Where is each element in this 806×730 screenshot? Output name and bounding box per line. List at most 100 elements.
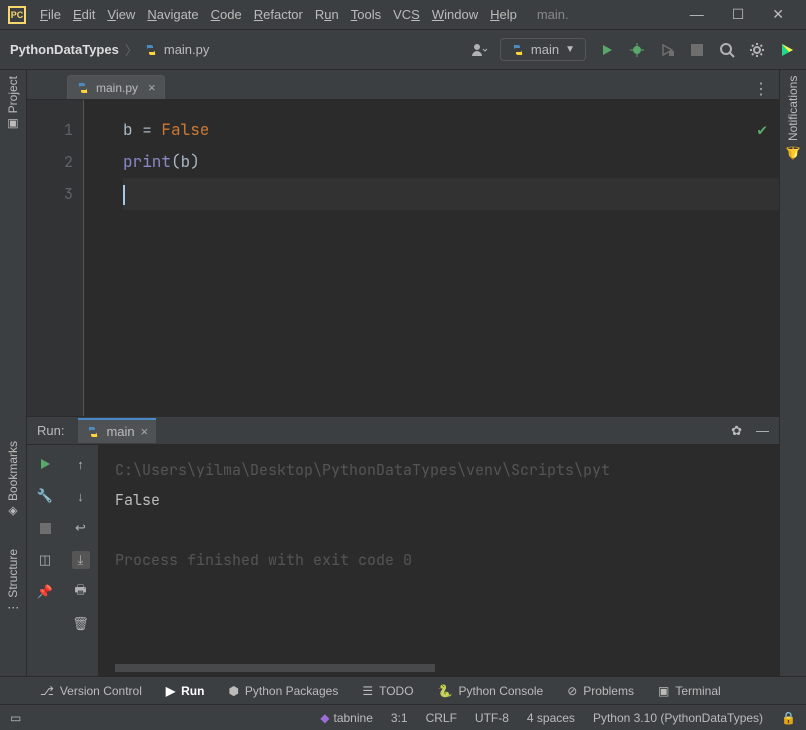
print-icon[interactable]: 🖶 <box>72 583 90 601</box>
menu-view[interactable]: View <box>107 7 135 22</box>
left-rail: ▣Project ◈Bookmarks ⋮Structure <box>0 70 27 676</box>
close-run-tab-icon[interactable]: × <box>141 424 149 439</box>
down-arrow-icon[interactable]: ↓ <box>72 487 90 505</box>
main-menu: File Edit View Navigate Code Refactor Ru… <box>40 7 517 22</box>
maximize-button[interactable]: ☐ <box>732 6 745 23</box>
lock-icon[interactable]: 🔒 <box>781 711 796 725</box>
code-area[interactable]: b = False print(b) ✔ <box>123 100 779 416</box>
close-tab-icon[interactable]: × <box>148 80 156 95</box>
tool-problems[interactable]: ⊘Problems <box>567 684 634 698</box>
bottom-tool-bar: ⎇Version Control ▶Run ⬢Python Packages ☰… <box>0 676 806 704</box>
menu-navigate[interactable]: Navigate <box>147 7 198 22</box>
main-area: ▣Project ◈Bookmarks ⋮Structure main.py ×… <box>0 70 806 676</box>
menu-help[interactable]: Help <box>490 7 517 22</box>
editor-tab-bar: main.py × ⋮ <box>27 70 779 100</box>
app-icon: PC <box>8 6 26 24</box>
breadcrumb-file[interactable]: main.py <box>164 42 210 57</box>
layout-icon[interactable]: ◫ <box>36 551 54 569</box>
menu-file[interactable]: File <box>40 7 61 22</box>
run-header-label: Run: <box>37 423 64 438</box>
python-file-icon <box>76 81 90 95</box>
run-settings-icon[interactable]: ✿ <box>731 423 742 439</box>
run-tab-main[interactable]: main × <box>78 418 156 443</box>
bookmark-icon: ◈ <box>6 505 20 519</box>
menu-tools[interactable]: Tools <box>351 7 381 22</box>
window-title: main. <box>537 7 569 22</box>
scroll-end-icon[interactable]: ⤓ <box>72 551 90 569</box>
line-gutter: 1 2 3 <box>27 100 83 416</box>
tool-terminal[interactable]: ▣Terminal <box>658 684 721 698</box>
menu-vcs[interactable]: VCS <box>393 7 420 22</box>
folder-icon: ▣ <box>6 117 20 131</box>
status-encoding[interactable]: UTF-8 <box>475 711 509 725</box>
menu-edit[interactable]: Edit <box>73 7 95 22</box>
list-icon: ☰ <box>362 684 373 698</box>
run-config-selector[interactable]: main ▼ <box>500 38 586 61</box>
stop-button[interactable] <box>688 41 706 59</box>
bell-icon: 🔔 <box>786 145 800 160</box>
pin-icon[interactable]: 📌 <box>36 583 54 601</box>
breadcrumb: PythonDataTypes 〉 main.py <box>10 40 209 59</box>
console-scrollbar[interactable] <box>115 664 435 672</box>
sidebar-project[interactable]: ▣Project <box>6 76 20 131</box>
tool-python-console[interactable]: 🐍Python Console <box>438 684 544 698</box>
up-arrow-icon[interactable]: ↑ <box>72 455 90 473</box>
menu-refactor[interactable]: Refactor <box>254 7 303 22</box>
gear-icon[interactable] <box>748 41 766 59</box>
stop-run-button[interactable] <box>36 519 54 537</box>
menu-window[interactable]: Window <box>432 7 478 22</box>
run-button[interactable] <box>598 41 616 59</box>
console-output[interactable]: C:\Users\yilma\Desktop\PythonDataTypes\v… <box>99 445 779 676</box>
minimize-button[interactable]: — <box>690 6 704 23</box>
breadcrumb-separator-icon: 〉 <box>125 40 138 59</box>
run-header: Run: main × ✿ — <box>27 417 779 445</box>
coverage-button[interactable] <box>658 41 676 59</box>
chevron-down-icon: ▼ <box>565 44 575 55</box>
wrench-icon[interactable]: 🔧 <box>36 487 54 505</box>
terminal-icon: ▣ <box>658 684 669 698</box>
console-command-line: C:\Users\yilma\Desktop\PythonDataTypes\v… <box>115 455 763 485</box>
hide-run-icon[interactable]: — <box>756 423 769 439</box>
menu-code[interactable]: Code <box>211 7 242 22</box>
status-interpreter[interactable]: Python 3.10 (PythonDataTypes) <box>593 711 763 725</box>
debug-button[interactable] <box>628 41 646 59</box>
trash-icon[interactable]: 🗑 <box>72 615 90 633</box>
code-editor[interactable]: 1 2 3 b = False print(b) ✔ <box>27 100 779 416</box>
status-cursor-position[interactable]: 3:1 <box>391 711 408 725</box>
editor-tab-label: main.py <box>96 81 138 95</box>
tool-todo[interactable]: ☰TODO <box>362 684 413 698</box>
status-line-separator[interactable]: CRLF <box>426 711 457 725</box>
status-tabnine[interactable]: ◆ tabnine <box>320 711 373 725</box>
toolbar: PythonDataTypes 〉 main.py main ▼ <box>0 30 806 70</box>
sidebar-structure[interactable]: ⋮Structure <box>6 549 20 614</box>
run-tool-window: Run: main × ✿ — 🔧 ◫ <box>27 416 779 676</box>
space-icon[interactable] <box>778 41 796 59</box>
run-tool-column-1: 🔧 ◫ 📌 <box>27 445 63 676</box>
gutter-separator <box>83 100 123 416</box>
menu-run[interactable]: Run <box>315 7 339 22</box>
titlebar: PC File Edit View Navigate Code Refactor… <box>0 0 806 30</box>
sidebar-notifications[interactable]: 🔔Notifications <box>786 76 800 160</box>
editor-tab-main[interactable]: main.py × <box>67 75 165 99</box>
close-button[interactable]: ✕ <box>772 6 784 23</box>
play-icon: ▶ <box>166 684 175 698</box>
sidebar-bookmarks[interactable]: ◈Bookmarks <box>6 441 20 519</box>
rerun-button[interactable] <box>36 455 54 473</box>
tool-version-control[interactable]: ⎇Version Control <box>40 684 142 698</box>
soft-wrap-icon[interactable]: ↩ <box>72 519 90 537</box>
status-indent[interactable]: 4 spaces <box>527 711 575 725</box>
search-icon[interactable] <box>718 41 736 59</box>
right-rail: 🔔Notifications <box>779 70 806 676</box>
status-presentation-icon[interactable]: ▭ <box>10 711 21 725</box>
breadcrumb-project[interactable]: PythonDataTypes <box>10 42 119 57</box>
branch-icon: ⎇ <box>40 684 54 698</box>
text-cursor <box>123 185 125 205</box>
tool-run[interactable]: ▶Run <box>166 684 205 698</box>
status-bar: ▭ ◆ tabnine 3:1 CRLF UTF-8 4 spaces Pyth… <box>0 704 806 730</box>
run-body: 🔧 ◫ 📌 ↑ ↓ ↩ ⤓ 🖶 🗑 C:\Users\yilma\Desktop… <box>27 445 779 676</box>
packages-icon: ⬢ <box>228 684 238 698</box>
tool-python-packages[interactable]: ⬢Python Packages <box>228 684 338 698</box>
tab-more-icon[interactable]: ⋮ <box>743 79 779 99</box>
user-dropdown-icon[interactable] <box>470 41 488 59</box>
python-icon <box>86 425 100 439</box>
